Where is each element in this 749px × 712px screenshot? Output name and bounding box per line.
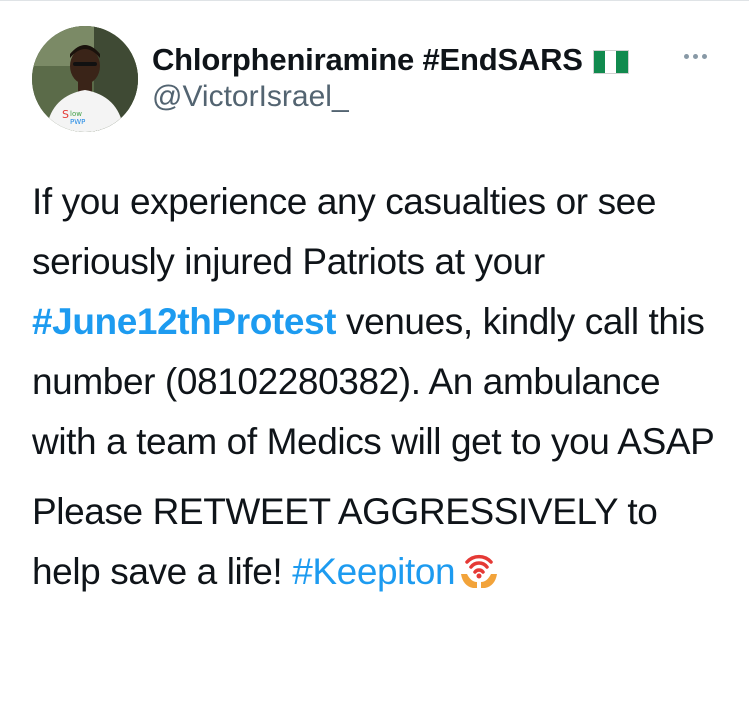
hashtag-link-june12thprotest[interactable]: #June12thProtest: [32, 301, 336, 342]
tweet-text-segment: If you experience any casualties or see …: [32, 181, 657, 282]
svg-text:S: S: [62, 108, 69, 121]
divider: [0, 0, 749, 1]
more-options-button[interactable]: [675, 44, 715, 68]
profile-photo: S low PWP: [32, 26, 138, 132]
display-name[interactable]: Chlorpheniramine #EndSARS: [152, 42, 583, 78]
svg-text:low: low: [70, 110, 82, 118]
more-horizontal-icon-dot: [701, 53, 707, 59]
author-handle[interactable]: @VictorIsrael_: [152, 80, 349, 114]
hashtag-link-keepiton[interactable]: #Keepiton: [292, 551, 455, 592]
more-horizontal-icon-dot: [692, 53, 698, 59]
tweet-paragraph-1: If you experience any casualties or see …: [32, 172, 722, 472]
tweet-text: If you experience any casualties or see …: [32, 172, 722, 602]
more-horizontal-icon: [683, 53, 689, 59]
hands-with-signal-emoji: [457, 548, 501, 592]
author-name-row: Chlorpheniramine #EndSARS: [152, 40, 629, 80]
tweet-card: S low PWP Chlorpheniramine #EndSARS @Vic…: [0, 0, 749, 712]
avatar[interactable]: S low PWP: [32, 26, 138, 132]
tweet-paragraph-2: Please RETWEET AGGRESSIVELY to help save…: [32, 482, 722, 602]
svg-text:PWP: PWP: [70, 118, 85, 126]
nigeria-flag-icon: [592, 50, 629, 74]
